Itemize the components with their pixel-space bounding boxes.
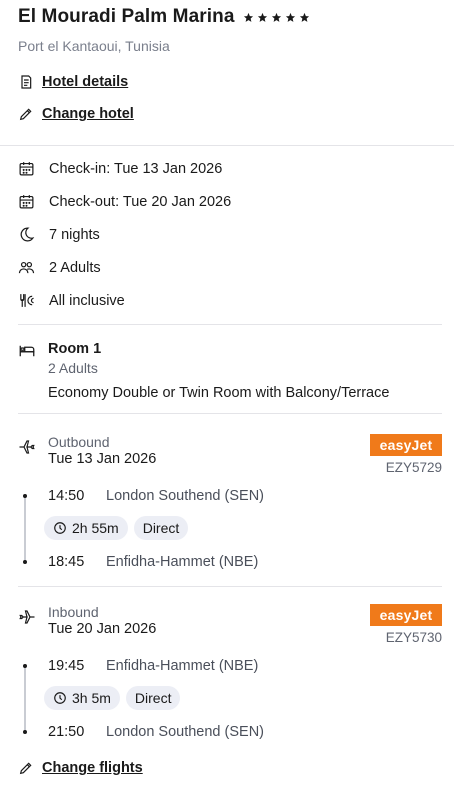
calendar-icon <box>19 162 34 176</box>
inbound-arrival: 21:50 London Southend (SEN) <box>48 724 264 740</box>
inbound-flight-number: EZY5730 <box>385 630 442 645</box>
star-icon <box>271 12 281 22</box>
inbound-date: Tue 20 Jan 2026 <box>48 621 157 637</box>
bed-icon <box>19 345 35 357</box>
outbound-date: Tue 13 Jan 2026 <box>48 451 157 467</box>
outbound-flight-number: EZY5729 <box>385 460 442 475</box>
departure-time: 19:45 <box>48 658 85 674</box>
inbound-direction: Inbound <box>48 604 99 620</box>
change-hotel-link[interactable]: Change hotel <box>18 106 134 122</box>
duration-text: 2h 55m <box>72 520 119 536</box>
easyjet-logo: easyJet <box>370 434 442 456</box>
change-flights-label[interactable]: Change flights <box>42 760 143 776</box>
cutlery-icon <box>20 294 34 307</box>
hotel-name: El Mouradi Palm Marina <box>18 6 235 27</box>
checkout-row: Check-out: Tue 20 Jan 2026 <box>18 193 231 210</box>
star-rating <box>243 12 310 23</box>
outbound-departure: 14:50 London Southend (SEN) <box>48 488 264 504</box>
checkin-text: Check-in: Tue 13 Jan 2026 <box>49 160 223 177</box>
stops-chip: Direct <box>133 516 189 540</box>
section-divider <box>0 145 454 146</box>
calendar-icon <box>19 195 34 209</box>
hotel-details-label[interactable]: Hotel details <box>42 74 128 90</box>
arrival-airport: London Southend (SEN) <box>106 724 264 740</box>
duration-chip: 2h 55m <box>44 516 128 540</box>
duration-text: 3h 5m <box>72 690 111 706</box>
nights-row: 7 nights <box>18 226 100 243</box>
checkin-row: Check-in: Tue 13 Jan 2026 <box>18 160 222 177</box>
outbound-arrival: 18:45 Enfidha-Hammet (NBE) <box>48 554 258 570</box>
section-divider <box>18 324 442 325</box>
star-icon <box>299 12 309 22</box>
hotel-header: El Mouradi Palm Marina <box>18 6 310 28</box>
departure-airport: Enfidha-Hammet (NBE) <box>106 658 259 674</box>
arrival-time: 18:45 <box>48 554 85 570</box>
room-title: Room 1 <box>48 341 102 357</box>
board-row: All inclusive <box>18 292 125 309</box>
hotel-details-link[interactable]: Hotel details <box>18 74 128 90</box>
star-icon <box>257 12 267 22</box>
arrival-airport: Enfidha-Hammet (NBE) <box>106 554 259 570</box>
departure-airport: London Southend (SEN) <box>106 488 264 504</box>
clock-icon <box>54 522 66 534</box>
guests-text: 2 Adults <box>49 259 101 276</box>
pencil-icon <box>19 108 32 121</box>
departure-time: 14:50 <box>48 488 85 504</box>
easyjet-logo: easyJet <box>370 604 442 626</box>
section-divider <box>18 586 442 587</box>
checkout-text: Check-out: Tue 20 Jan 2026 <box>49 193 232 210</box>
pencil-icon <box>19 762 32 775</box>
inbound-timeline <box>24 666 26 732</box>
guests-row: 2 Adults <box>18 259 101 276</box>
outbound-direction: Outbound <box>48 434 110 450</box>
timeline-dot <box>23 730 27 734</box>
moon-icon <box>20 227 35 242</box>
clock-icon <box>54 692 66 704</box>
people-icon <box>18 261 35 274</box>
stops-text: Direct <box>134 690 172 706</box>
star-icon <box>285 12 295 22</box>
document-icon <box>21 75 32 89</box>
plane-arrival-icon <box>19 610 35 624</box>
board-text: All inclusive <box>49 292 125 309</box>
stops-chip: Direct <box>125 686 181 710</box>
inbound-chips: 3h 5m Direct <box>44 686 181 710</box>
stops-text: Direct <box>142 520 180 536</box>
section-divider <box>18 413 442 414</box>
timeline-dot <box>23 494 27 498</box>
outbound-chips: 2h 55m Direct <box>44 516 189 540</box>
duration-chip: 3h 5m <box>44 686 120 710</box>
nights-text: 7 nights <box>49 226 100 243</box>
hotel-location: Port el Kantaoui, Tunisia <box>18 38 170 54</box>
plane-departure-icon <box>19 440 35 454</box>
arrival-time: 21:50 <box>48 724 85 740</box>
timeline-dot <box>23 560 27 564</box>
inbound-header: Inbound Tue 20 Jan 2026 easyJet EZY5730 <box>18 604 442 648</box>
star-icon <box>243 12 253 22</box>
outbound-header: Outbound Tue 13 Jan 2026 easyJet EZY5729 <box>18 434 442 478</box>
change-flights-link[interactable]: Change flights <box>18 760 143 776</box>
outbound-timeline <box>24 496 26 562</box>
change-hotel-label[interactable]: Change hotel <box>42 106 134 122</box>
inbound-departure: 19:45 Enfidha-Hammet (NBE) <box>48 658 258 674</box>
room-description: Economy Double or Twin Room with Balcony… <box>48 385 390 401</box>
room-occupancy: 2 Adults <box>48 360 98 376</box>
timeline-dot <box>23 664 27 668</box>
